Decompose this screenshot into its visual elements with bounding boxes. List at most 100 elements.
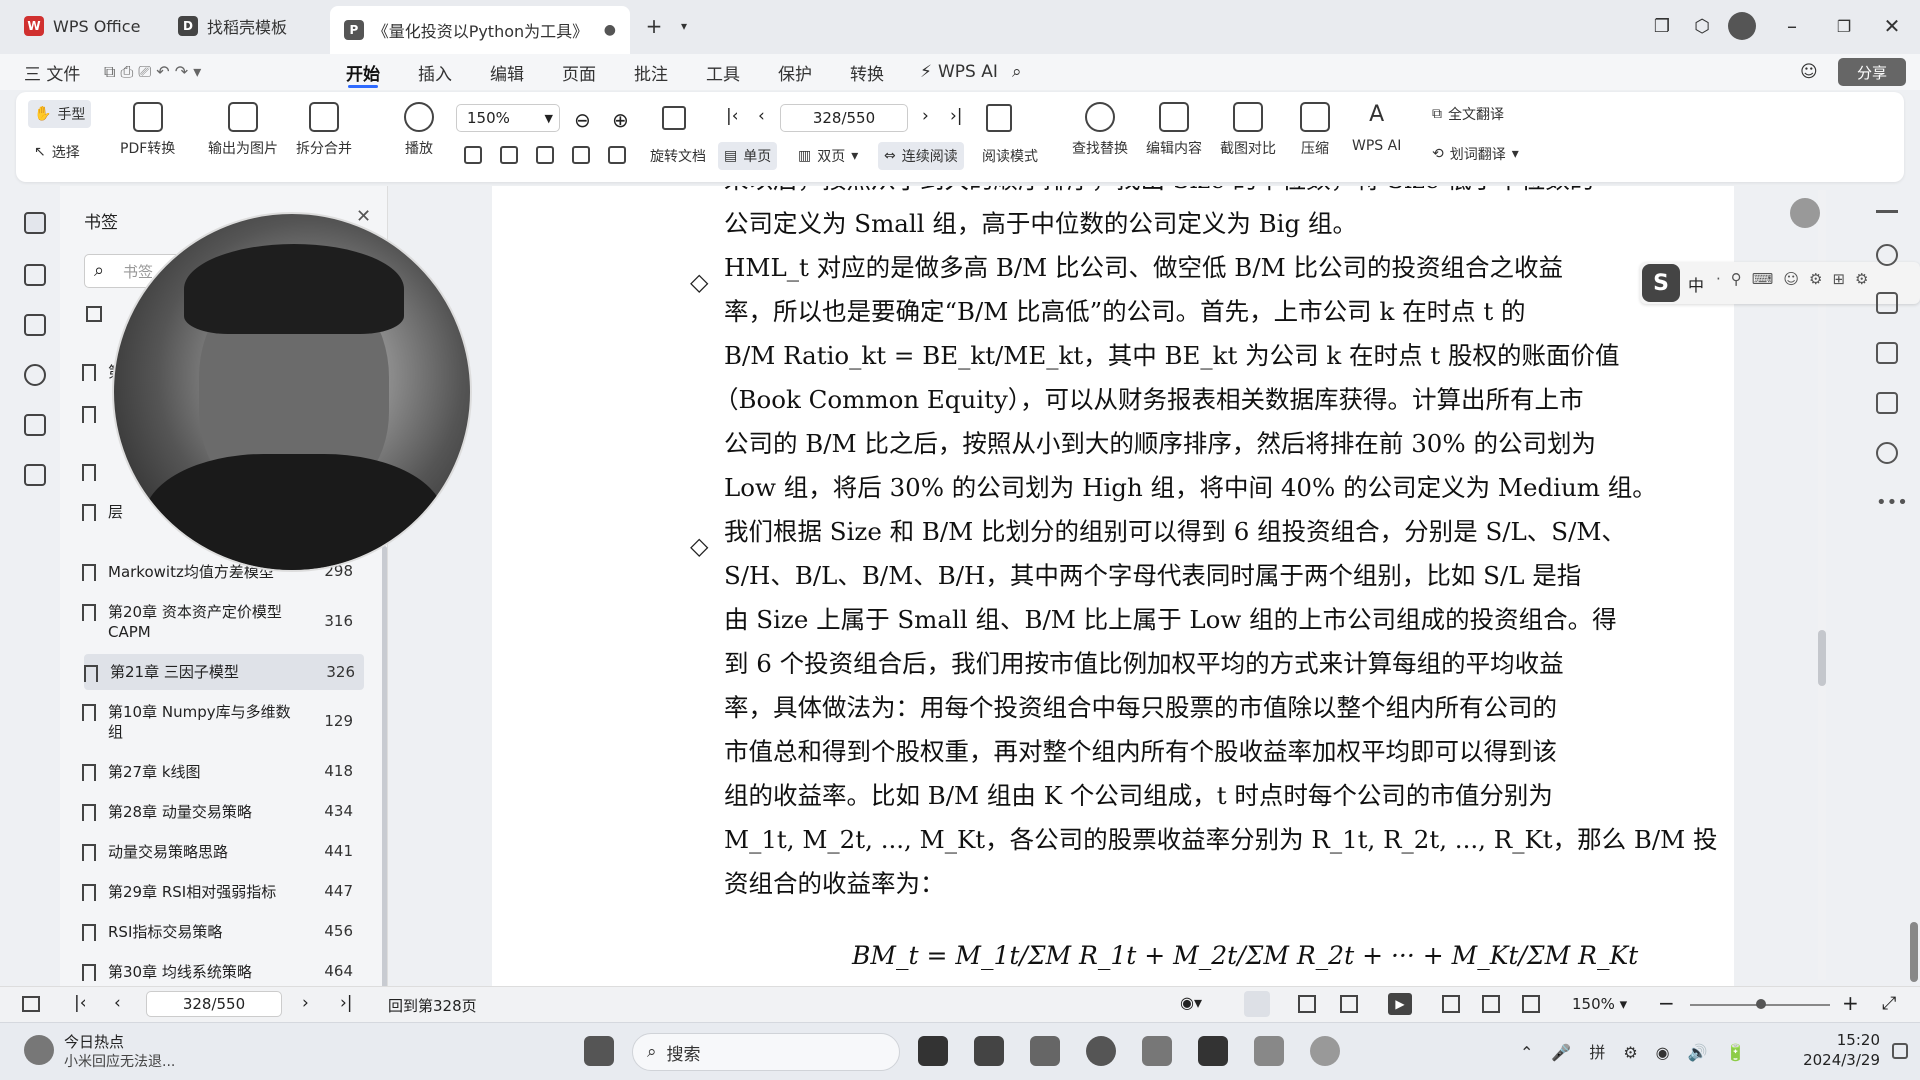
zoom-slider[interactable] [1690, 999, 1830, 1009]
document-scrollbar[interactable] [1818, 190, 1826, 980]
clock-time[interactable]: 15:20 [1800, 1031, 1880, 1049]
reading-mode-button[interactable]: 阅读模式 [976, 142, 1044, 170]
read-aloud-icon[interactable] [1876, 392, 1898, 414]
word-translate-button[interactable]: ⟲ 划词翻译 ▾ [1426, 140, 1525, 168]
compress-button[interactable]: 压缩 [1300, 102, 1330, 158]
clock-date[interactable]: 2024/3/29 [1780, 1051, 1880, 1069]
prev-page-icon[interactable]: ‹ [758, 106, 765, 126]
pdf-convert-button[interactable]: PDF转换 [120, 102, 175, 158]
zoom-slider-thumb[interactable] [1756, 999, 1766, 1009]
system-tray-icons[interactable]: ⌃🎤拼⚙◉🔊🔋 [1520, 1039, 1763, 1063]
list-item[interactable]: 第27章 k线图 418 [82, 762, 362, 782]
continuous-view-icon[interactable] [1244, 991, 1270, 1017]
full-translate-button[interactable]: ⧉ 全文翻译 [1426, 100, 1510, 128]
menu-home[interactable]: 开始 [346, 54, 380, 90]
app-icon-4[interactable] [1310, 1036, 1340, 1066]
more-icon[interactable]: ••• [1876, 492, 1908, 513]
fit-screen-icon[interactable] [1482, 995, 1500, 1013]
menu-comment[interactable]: 批注 [634, 54, 668, 90]
fullscreen-icon[interactable]: ⤢ [1882, 993, 1896, 1014]
layers-icon[interactable] [24, 464, 46, 486]
fit-width-icon[interactable] [464, 146, 482, 164]
tab-dot-icon[interactable]: ● [604, 22, 616, 38]
prev-page-icon[interactable]: ‹ [114, 993, 121, 1013]
list-item-selected[interactable]: 第21章 三因子模型 326 [84, 654, 364, 690]
goto-page-link[interactable]: 回到第328页 [388, 995, 477, 1016]
sidebar-toggle-icon[interactable] [22, 996, 40, 1012]
list-item[interactable]: 第29章 RSI相对强弱指标 447 [82, 882, 362, 902]
weather-news-icon[interactable] [24, 1035, 54, 1065]
comment-icon[interactable] [24, 314, 46, 336]
menu-wps-ai[interactable]: ⚡ WPS AI [920, 54, 998, 90]
attachment-icon[interactable] [24, 364, 46, 386]
chat-icon[interactable]: ☺ [1800, 54, 1818, 90]
maximize-icon[interactable]: ❐ [1830, 12, 1858, 40]
search-icon[interactable] [1876, 244, 1898, 266]
scrollbar-thumb[interactable] [1818, 630, 1826, 686]
menu-insert[interactable]: 插入 [418, 54, 452, 90]
crop-icon[interactable] [1522, 995, 1540, 1013]
floating-ai-icon[interactable] [1790, 198, 1820, 228]
status-zoom[interactable]: 150% ▾ [1572, 995, 1627, 1013]
single-page-button[interactable]: ▤ 单页 [718, 142, 778, 170]
continuous-reading-button[interactable]: ⇔ 连续阅读 [878, 142, 964, 170]
list-item[interactable]: 第30章 均线系统策略 464 [82, 962, 362, 982]
rotate-right-icon[interactable] [608, 146, 626, 164]
bookmark-add-icon[interactable] [86, 306, 102, 322]
zoom-out-icon[interactable]: ⊖ [574, 108, 591, 132]
settings-slider-icon[interactable] [1876, 342, 1898, 364]
next-page-icon[interactable]: › [922, 106, 929, 126]
rotate-doc-button[interactable]: 旋转文档 [644, 142, 712, 170]
quick-access-icons[interactable]: ⧉ ⎙ ⎚ ↶ ↷ ▾ [104, 54, 201, 90]
export-image-button[interactable]: 输出为图片 [208, 102, 278, 158]
zoom-out-icon[interactable]: − [1658, 991, 1675, 1015]
split-merge-button[interactable]: 拆分合并 [296, 102, 352, 158]
next-page-icon[interactable]: › [302, 993, 309, 1013]
file-menu[interactable]: 三 文件 [24, 54, 80, 90]
wps-taskbar-icon[interactable] [1254, 1036, 1284, 1066]
reading-book-icon[interactable] [986, 104, 1012, 132]
screenshot-compare-button[interactable]: 截图对比 [1220, 102, 1276, 158]
search-icon[interactable]: ⌕ [1012, 54, 1022, 90]
tab-docer[interactable]: D 找稻壳模板 [164, 6, 301, 46]
close-icon[interactable]: ✕ [1878, 12, 1906, 40]
news-subtitle[interactable]: 小米回应无法退... [64, 1051, 175, 1071]
edit-content-button[interactable]: 编辑内容 [1146, 102, 1202, 158]
start-icon[interactable] [584, 1036, 614, 1066]
sign-icon[interactable] [24, 414, 46, 436]
ime-mode[interactable]: 中 [1688, 272, 1704, 296]
folder-icon[interactable] [1030, 1036, 1060, 1066]
last-page-icon[interactable]: ›| [340, 993, 353, 1013]
menu-edit[interactable]: 编辑 [490, 54, 524, 90]
list-item[interactable]: 第20章 资本资产定价模型 CAPM 316 [82, 602, 362, 642]
share-button[interactable]: 分享 [1838, 58, 1906, 86]
double-view-icon[interactable] [1340, 995, 1358, 1013]
terminal-icon[interactable] [1198, 1036, 1228, 1066]
wps-ai-button[interactable]: A WPS AI [1352, 102, 1401, 154]
play-icon[interactable]: ▶ [1388, 993, 1412, 1015]
taskbar-search[interactable]: ⌕ 搜索 [632, 1033, 900, 1071]
last-page-icon[interactable]: ›| [950, 106, 963, 126]
cube-icon[interactable]: ⬡ [1688, 12, 1716, 40]
menu-tools[interactable]: 工具 [706, 54, 740, 90]
tab-dropdown-icon[interactable]: ▾ [670, 12, 698, 40]
menu-page[interactable]: 页面 [562, 54, 596, 90]
new-tab-icon[interactable]: + [640, 12, 668, 40]
single-view-icon[interactable] [1298, 995, 1316, 1013]
hand-tool-button[interactable]: ✋ 手型 [28, 100, 92, 128]
zoom-in-icon[interactable]: + [1842, 991, 1859, 1015]
collapse-icon[interactable] [1876, 210, 1898, 213]
first-page-icon[interactable]: |‹ [74, 993, 87, 1013]
sogou-icon[interactable]: S [1642, 264, 1680, 302]
thumbnail-icon[interactable] [24, 264, 46, 286]
window-layout-icon[interactable]: ❐ [1648, 12, 1676, 40]
minimize-icon[interactable]: – [1778, 12, 1806, 40]
list-item[interactable]: RSI指标交易策略 456 [82, 922, 362, 942]
zoom-select[interactable]: 150% ▼ [456, 104, 560, 132]
app-icon-3[interactable] [1142, 1036, 1172, 1066]
list-item[interactable]: 第28章 动量交易策略 434 [82, 802, 362, 822]
right-edge-handle[interactable] [1910, 922, 1918, 982]
tab-wps-office[interactable]: W WPS Office [10, 6, 154, 46]
browser-icon[interactable] [1086, 1036, 1116, 1066]
list-item[interactable]: 动量交易策略思路 441 [82, 842, 362, 862]
